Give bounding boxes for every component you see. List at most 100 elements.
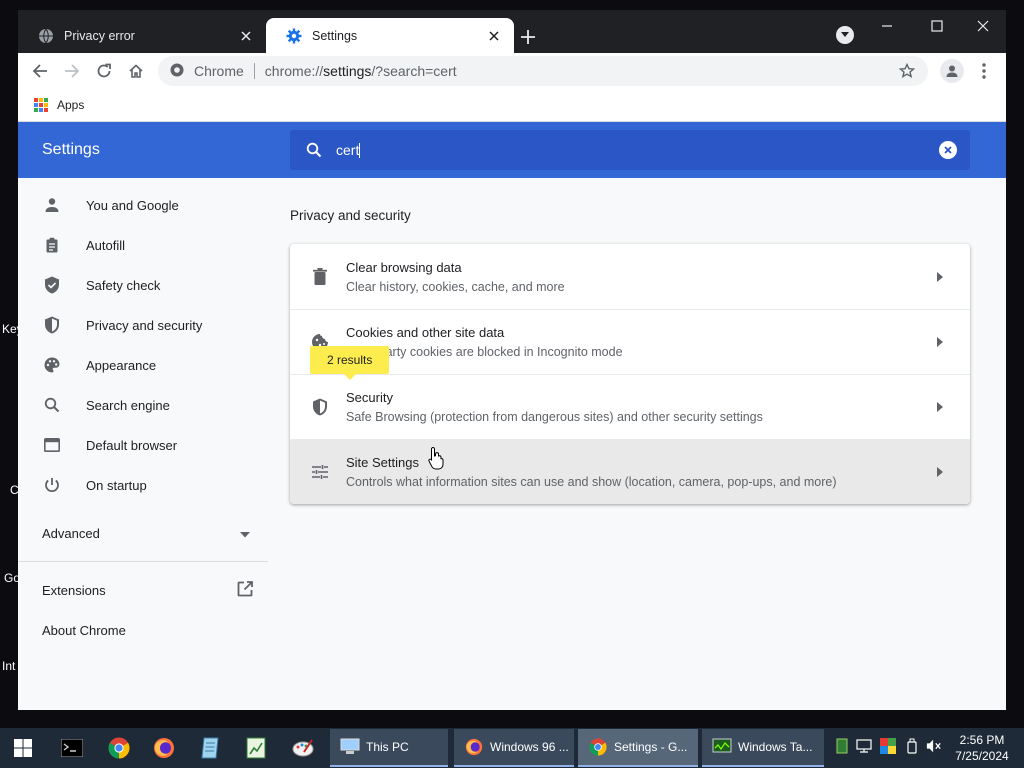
globe-icon [38, 28, 54, 44]
row-subtitle: Clear history, cookies, cache, and more [346, 279, 565, 294]
window-close-button[interactable] [960, 10, 1006, 42]
task-label: Windows 96 ... [490, 740, 569, 754]
reload-button[interactable] [92, 59, 116, 83]
sidebar-item-label: Privacy and security [86, 317, 203, 333]
taskbar: This PC Windows 96 ... Settings - G... W… [0, 728, 1024, 768]
settings-header: Settings cert [18, 122, 1006, 178]
sidebar-item-appearance[interactable]: Appearance [18, 345, 268, 385]
firefox-icon[interactable] [149, 733, 179, 763]
task-manager-icon [712, 737, 732, 757]
section-title: Privacy and security [290, 208, 411, 223]
cookies-row[interactable]: Cookies and other site data Third-party … [290, 309, 970, 380]
open-in-new-icon [236, 580, 254, 601]
profile-avatar[interactable] [940, 59, 964, 83]
arrow-right-icon [930, 397, 950, 417]
privacy-security-card: Clear browsing data Clear history, cooki… [290, 244, 970, 504]
spreadsheet-icon[interactable] [241, 733, 271, 763]
tab-settings[interactable]: Settings [266, 18, 514, 53]
arrow-right-icon [930, 267, 950, 287]
browser-toolbar: Chrome chrome://settings/?search=cert [18, 53, 1006, 89]
home-button[interactable] [124, 59, 148, 83]
row-subtitle: Controls what information sites can use … [346, 475, 837, 489]
sidebar-item-label: Appearance [86, 357, 157, 373]
sidebar-item-label: Search engine [86, 397, 170, 413]
clear-browsing-data-row[interactable]: Clear browsing data Clear history, cooki… [290, 244, 970, 309]
notepad-icon[interactable] [195, 733, 225, 763]
volume-muted-icon[interactable] [926, 738, 942, 754]
more-menu-icon[interactable] [974, 59, 994, 83]
back-button[interactable] [28, 59, 52, 83]
system-clock[interactable]: 2:56 PM 7/25/2024 [950, 732, 1014, 764]
task-this-pc[interactable]: This PC [330, 729, 448, 767]
tray-app-icon[interactable] [834, 738, 850, 754]
extensions-link[interactable]: Extensions [18, 570, 268, 610]
computer-icon [340, 737, 360, 757]
usb-icon[interactable] [904, 738, 920, 754]
tab-strip: Privacy error Settings [18, 10, 1006, 53]
sidebar-item-on-startup[interactable]: On startup [18, 465, 268, 505]
browser-window: Privacy error Settings Chrome chrome://s… [18, 10, 1006, 710]
sidebar-item-you-and-google[interactable]: You and Google [18, 185, 268, 225]
page-title: Settings [42, 141, 100, 158]
close-icon[interactable] [236, 26, 256, 46]
network-icon[interactable] [856, 738, 872, 754]
sidebar-item-label: On startup [86, 477, 147, 493]
chrome-icon [588, 737, 608, 757]
settings-search-input[interactable]: cert [290, 130, 970, 170]
settings-sidebar: You and Google Autofill Safety check Pri… [18, 178, 268, 710]
tune-icon [310, 462, 330, 482]
apps-shortcut[interactable]: Apps [34, 98, 84, 112]
address-bar[interactable]: Chrome chrome://settings/?search=cert [158, 56, 928, 86]
close-icon[interactable] [484, 26, 504, 46]
apps-label: Apps [57, 98, 85, 112]
security-row[interactable]: Security Safe Browsing (protection from … [290, 374, 970, 439]
row-title: Clear browsing data [346, 259, 462, 275]
sidebar-item-label: Autofill [86, 237, 126, 253]
clipboard-icon [42, 235, 62, 255]
sidebar-item-autofill[interactable]: Autofill [18, 225, 268, 265]
new-tab-button[interactable] [516, 25, 540, 49]
firefox-icon [464, 737, 484, 757]
paint-icon[interactable] [288, 733, 318, 763]
task-windows-task-manager[interactable]: Windows Ta... [702, 729, 824, 767]
tab-search-button[interactable] [836, 26, 854, 44]
search-icon [42, 395, 62, 415]
about-chrome-link[interactable]: About Chrome [18, 610, 268, 650]
tab-privacy-error[interactable]: Privacy error [18, 18, 266, 53]
tab-title: Settings [312, 28, 358, 43]
chrome-logo-icon [170, 63, 184, 80]
advanced-toggle[interactable]: Advanced [18, 513, 268, 553]
chrome-icon[interactable] [104, 733, 134, 763]
terminal-icon[interactable] [57, 733, 87, 763]
settings-main: Privacy and security Clear browsing data… [290, 178, 970, 504]
task-windows-96[interactable]: Windows 96 ... [454, 729, 574, 767]
desktop-label: Int [2, 659, 16, 673]
row-subtitle: Safe Browsing (protection from dangerous… [346, 410, 763, 424]
chevron-down-icon [240, 526, 250, 541]
search-value: cert [336, 142, 361, 158]
windows-start-icon[interactable] [8, 733, 38, 763]
shield-icon [42, 315, 62, 335]
shield-check-icon [42, 275, 62, 295]
task-settings-chrome[interactable]: Settings - G... [578, 729, 698, 767]
about-label: About Chrome [42, 622, 126, 638]
star-icon[interactable] [898, 62, 916, 80]
site-settings-row[interactable]: Site Settings Controls what information … [290, 439, 970, 504]
sidebar-item-label: Safety check [86, 277, 161, 293]
sidebar-item-label: You and Google [86, 197, 179, 213]
minimize-button[interactable] [864, 10, 910, 42]
bookmarks-bar: Apps [18, 89, 1006, 122]
task-label: Windows Ta... [738, 740, 813, 754]
gear-icon [286, 28, 302, 44]
url-text: chrome://settings/?search=cert [264, 63, 457, 79]
color-app-icon[interactable] [880, 738, 896, 754]
sidebar-item-safety-check[interactable]: Safety check [18, 265, 268, 305]
maximize-button[interactable] [914, 10, 960, 42]
site-chip: Chrome [194, 63, 244, 79]
clear-search-icon[interactable] [938, 140, 958, 160]
sidebar-item-search-engine[interactable]: Search engine [18, 385, 268, 425]
sidebar-item-privacy-and-security[interactable]: Privacy and security [18, 305, 268, 345]
clock-date: 7/25/2024 [955, 749, 1009, 763]
sidebar-item-default-browser[interactable]: Default browser [18, 425, 268, 465]
forward-button[interactable] [60, 59, 84, 83]
